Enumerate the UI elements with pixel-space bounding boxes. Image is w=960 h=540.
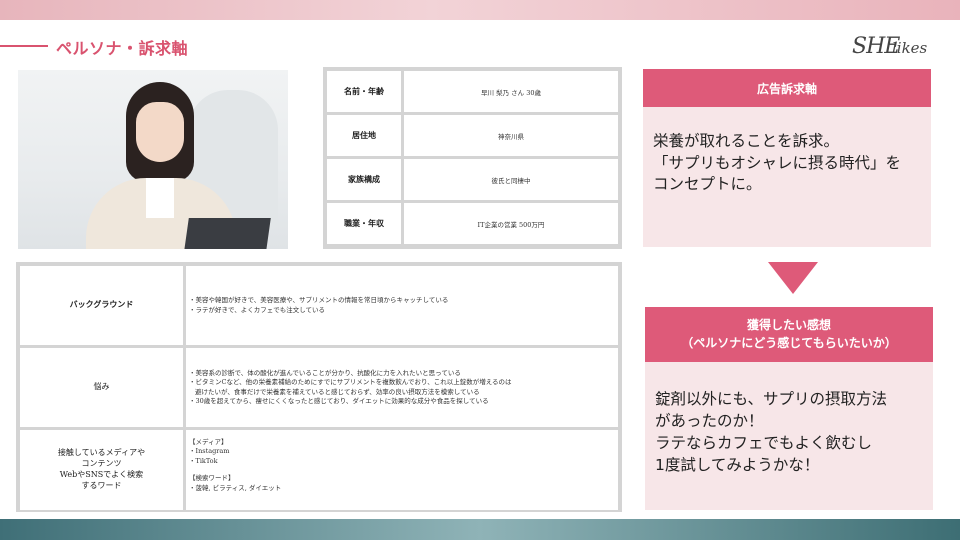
- profile-row-residence: 居住地 神奈川県: [327, 115, 618, 156]
- detail-row-background: バックグラウンド ・美容や韓国が好きで、美容医療や、サプリメントの情報を常日頃か…: [20, 266, 618, 345]
- persona-detail-table: バックグラウンド ・美容や韓国が好きで、美容医療や、サプリメントの情報を常日頃か…: [16, 262, 622, 512]
- detail-value-media: 【メディア】 ・Instagram ・TikTok 【検索ワード】 ・菠韓, ビ…: [186, 430, 618, 510]
- feeling-line: 1度試してみようかな！: [655, 456, 820, 474]
- profile-row-job-income: 職業・年収 IT企業の営業 500万円: [327, 203, 618, 244]
- top-decorative-band: [0, 0, 960, 20]
- media-label-line: するワード: [81, 480, 122, 490]
- detail-label-background: バックグラウンド: [20, 266, 183, 345]
- brand-logo: SHE likes: [852, 34, 944, 64]
- worry-line: ・ビタミンCなど、他の栄養素補給のためにすでにサプリメントを複数飲んでおり、これ…: [189, 378, 512, 387]
- profile-label: 職業・年収: [327, 203, 401, 244]
- media-item: ・TikTok: [189, 456, 218, 465]
- appeal-line: コンセプトに。: [653, 175, 762, 194]
- media-label-line: コンテンツ: [81, 459, 122, 469]
- search-header: 【検索ワード】: [189, 474, 235, 483]
- profile-row-name-age: 名前・年齢 早川 梨乃 さん 30歳: [327, 71, 618, 112]
- detail-label-worries: 悩み: [20, 348, 183, 427]
- background-line: ・美容や韓国が好きで、美容医療や、サプリメントの情報を常日頃からキャッチしている: [189, 296, 449, 305]
- profile-value: 神奈川県: [404, 115, 618, 156]
- feeling-line: ラテならカフェでもよく飲むし: [655, 434, 873, 452]
- feeling-header-title: 獲得したい感想: [746, 318, 831, 333]
- worry-line: ・30歳を超えてから、痩せにくくなったと感じており、ダイエットに効果的な成分や食…: [189, 396, 489, 405]
- profile-row-family: 家族構成 彼氏と同棲中: [327, 159, 618, 200]
- logo-likes-text: likes: [892, 39, 928, 57]
- profile-label: 家族構成: [327, 159, 401, 200]
- appeal-line: 「サプリもオシャレに摂る時代」を: [653, 153, 902, 172]
- profile-label: 名前・年齢: [327, 71, 401, 112]
- profile-value: IT企業の営業 500万円: [404, 203, 618, 244]
- detail-row-worries: 悩み ・美容系の診断で、体の酸化が進んでいることが分かり、抗酸化に力を入れたいと…: [20, 348, 618, 427]
- page-title: ペルソナ・訴求軸: [56, 39, 189, 58]
- worry-line: ・美容系の診断で、体の酸化が進んでいることが分かり、抗酸化に力を入れたいと思って…: [189, 368, 461, 377]
- media-item: ・Instagram: [189, 447, 230, 456]
- desired-feeling-body: 錠剤以外にも、サプリの摂取方法 があったのか！ ラテならカフェでもよく飲むし 1…: [645, 362, 933, 510]
- media-label-line: 接触しているメディアや: [57, 448, 146, 458]
- background-line: ・ラテが好きで、よくカフェでも注文している: [189, 305, 326, 314]
- profile-value: 彼氏と同棲中: [404, 159, 618, 200]
- appeal-line: 栄養が取れることを訴求。: [653, 132, 840, 150]
- title-rule: [0, 45, 48, 47]
- detail-value-worries: ・美容系の診断で、体の酸化が進んでいることが分かり、抗酸化に力を入れたいと思って…: [186, 348, 618, 427]
- media-header: 【メディア】: [189, 438, 228, 446]
- profile-label: 居住地: [327, 115, 401, 156]
- feeling-header-subtitle: （ペルソナにどう感じてもらいたいか）: [681, 335, 897, 350]
- worry-line: 避けたいが、食事だけで栄養素を補えていると感じておらず、効率の良い摂取方法を模索…: [195, 387, 480, 396]
- detail-value-background: ・美容や韓国が好きで、美容医療や、サプリメントの情報を常日頃からキャッチしている…: [186, 266, 618, 345]
- feeling-line: があったのか！: [655, 412, 764, 430]
- search-item: ・菠韓, ビラティス, ダイエット: [189, 483, 282, 492]
- profile-value: 早川 梨乃 さん 30歳: [404, 71, 618, 112]
- arrow-down-icon: [768, 262, 818, 294]
- feeling-line: 錠剤以外にも、サプリの摂取方法: [655, 390, 888, 408]
- persona-photo: [18, 70, 288, 249]
- appeal-axis-header: 広告訴求軸: [643, 69, 931, 107]
- appeal-axis-body: 栄養が取れることを訴求。 「サプリもオシャレに摂る時代」を コンセプトに。: [643, 107, 931, 247]
- profile-table: 名前・年齢 早川 梨乃 さん 30歳 居住地 神奈川県 家族構成 彼氏と同棲中 …: [323, 67, 622, 249]
- detail-row-media: 接触しているメディアや コンテンツ WebやSNSでよく検索 するワード 【メデ…: [20, 430, 618, 510]
- bottom-decorative-band: [0, 519, 960, 540]
- detail-label-media: 接触しているメディアや コンテンツ WebやSNSでよく検索 するワード: [20, 430, 183, 510]
- media-label-line: WebやSNSでよく検索: [59, 470, 144, 479]
- desired-feeling-header: 獲得したい感想 （ペルソナにどう感じてもらいたいか）: [645, 307, 933, 362]
